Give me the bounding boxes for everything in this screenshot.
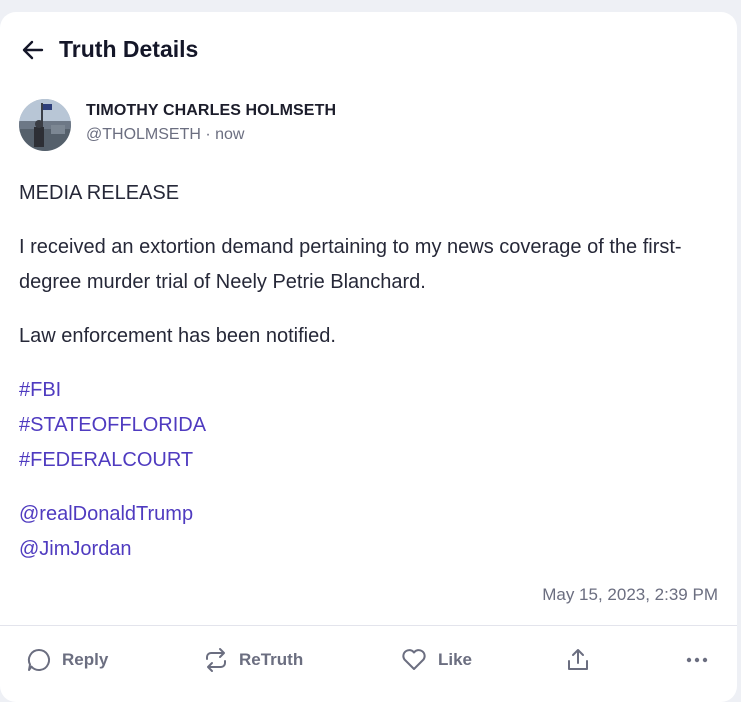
hashtag-link[interactable]: #FBI: [19, 373, 719, 408]
hashtag-link[interactable]: #STATEOFFLORIDA: [19, 408, 719, 443]
author-handle[interactable]: @THOLMSETH · now: [86, 126, 336, 144]
back-arrow-icon[interactable]: [20, 37, 46, 63]
like-button[interactable]: Like: [400, 640, 472, 680]
more-icon: [684, 647, 710, 673]
truth-details-card: Truth Details TIMOTHY CHARLES HOLMSETH @…: [0, 12, 737, 702]
reply-button[interactable]: Reply: [26, 640, 108, 680]
post-timestamp: May 15, 2023, 2:39 PM: [542, 585, 718, 604]
reply-label: Reply: [62, 650, 109, 669]
hashtag-list: #FBI #STATEOFFLORIDA #FEDERALCOURT: [19, 373, 719, 478]
page-header: Truth Details: [20, 36, 198, 63]
hashtag-link[interactable]: #FEDERALCOURT: [19, 443, 719, 478]
post-paragraph: I received an extortion demand pertainin…: [19, 236, 682, 293]
share-icon: [565, 647, 591, 673]
more-options-button[interactable]: [684, 640, 710, 680]
divider: [0, 625, 737, 626]
post-author: TIMOTHY CHARLES HOLMSETH @THOLMSETH · no…: [86, 102, 336, 144]
share-button[interactable]: [565, 640, 591, 680]
retruth-label: ReTruth: [239, 650, 304, 669]
like-icon: [400, 647, 428, 673]
page-title: Truth Details: [59, 36, 199, 62]
retruth-button[interactable]: ReTruth: [203, 640, 303, 680]
mention-link[interactable]: @realDonaldTrump: [19, 497, 719, 532]
author-name[interactable]: TIMOTHY CHARLES HOLMSETH: [86, 102, 336, 120]
like-label: Like: [438, 650, 473, 669]
reply-icon: [26, 647, 52, 673]
post-action-bar: Reply ReTruth Like: [0, 640, 737, 680]
post-paragraph: MEDIA RELEASE: [19, 182, 180, 204]
retruth-icon: [203, 647, 229, 673]
mention-list: @realDonaldTrump @JimJordan: [19, 497, 719, 567]
avatar[interactable]: [19, 99, 71, 151]
post-body: MEDIA RELEASE I received an extortion de…: [19, 176, 719, 586]
post-paragraph: Law enforcement has been notified.: [19, 325, 336, 347]
mention-link[interactable]: @JimJordan: [19, 532, 719, 567]
